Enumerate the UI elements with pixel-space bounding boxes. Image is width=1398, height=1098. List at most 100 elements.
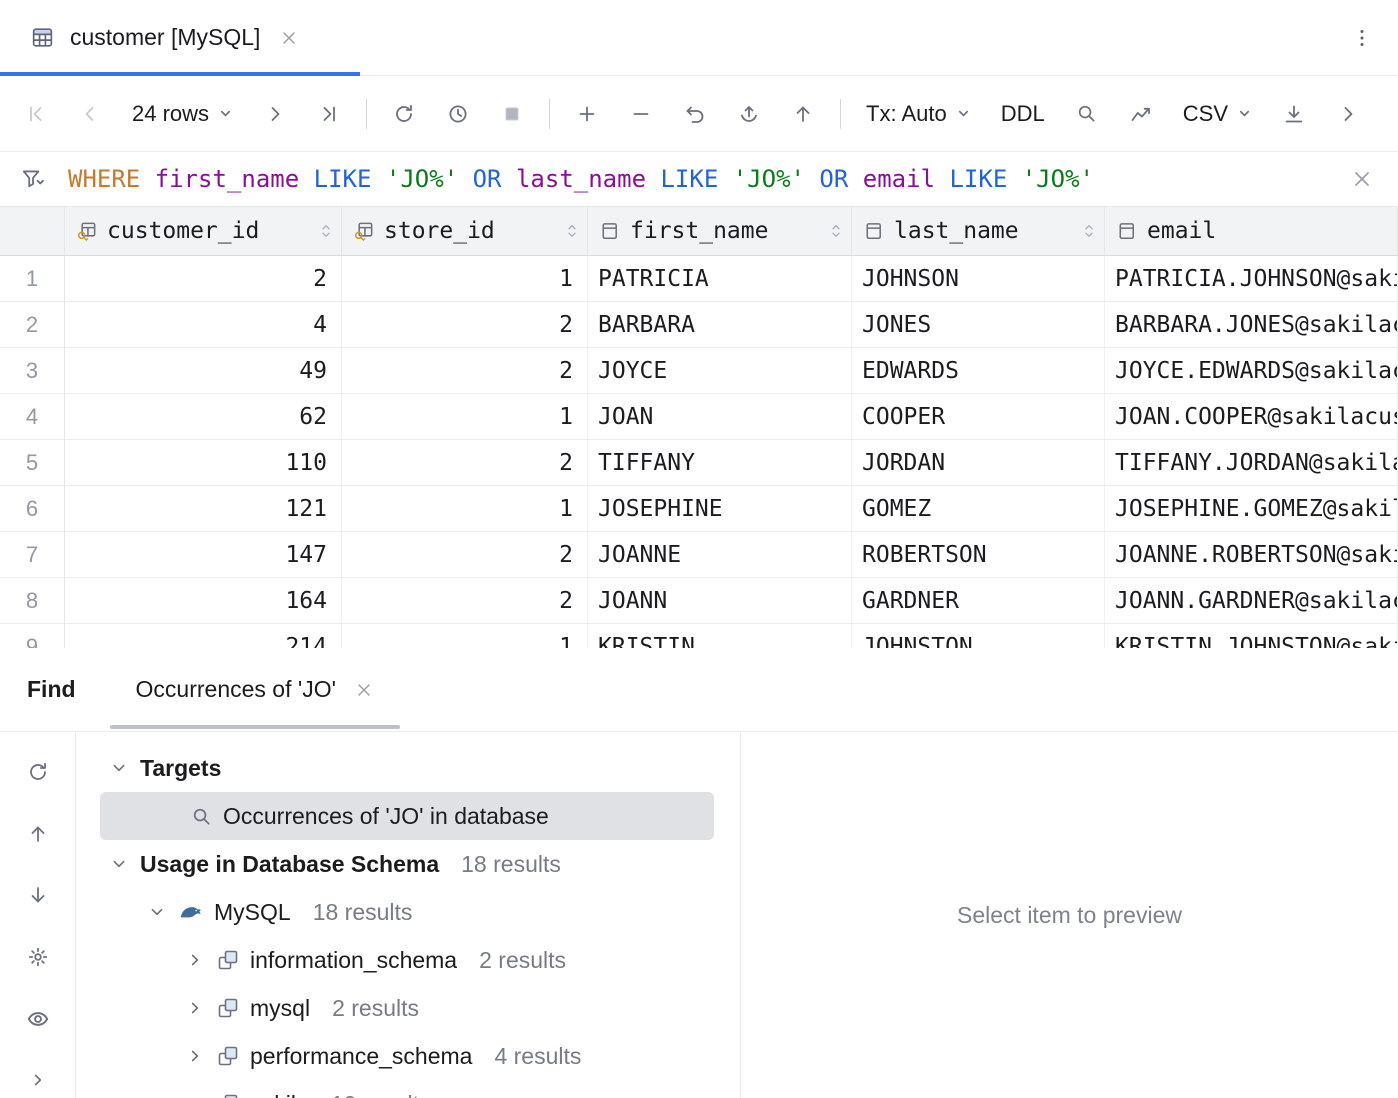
filter-expression-input[interactable]: WHERE first_name LIKE 'JO%' OR last_name…	[68, 165, 1094, 193]
first-page-button[interactable]	[16, 94, 56, 134]
open-chart-button[interactable]	[1121, 94, 1161, 134]
cell-first_name[interactable]: JOAN	[588, 394, 852, 439]
cell-store_id[interactable]: 1	[342, 486, 588, 531]
tab-close-icon[interactable]	[279, 28, 299, 48]
row-number[interactable]: 9	[0, 624, 65, 648]
tree-chevron-right-icon[interactable]	[184, 1045, 206, 1067]
cell-store_id[interactable]: 1	[342, 624, 588, 648]
cell-email[interactable]: JOANN.GARDNER@sakilacustomer.org	[1105, 578, 1398, 623]
delete-row-button[interactable]	[621, 94, 661, 134]
cell-last_name[interactable]: JONES	[852, 302, 1105, 347]
auto-refresh-button[interactable]	[438, 94, 478, 134]
tree-node-information-schema[interactable]: information_schema2 results	[76, 936, 740, 984]
commit-button[interactable]	[783, 94, 823, 134]
cell-last_name[interactable]: GOMEZ	[852, 486, 1105, 531]
tree-chevron-right-icon[interactable]	[184, 997, 206, 1019]
cell-store_id[interactable]: 2	[342, 532, 588, 577]
find-in-grid-button[interactable]	[1067, 94, 1107, 134]
column-header-last_name[interactable]: last_name	[852, 207, 1105, 255]
revert-changes-button[interactable]	[675, 94, 715, 134]
submit-changes-button[interactable]	[729, 94, 769, 134]
tree-chevron-down-icon[interactable]	[108, 757, 130, 779]
column-header-first_name[interactable]: first_name	[588, 207, 852, 255]
row-number[interactable]: 1	[0, 256, 65, 301]
row-number[interactable]: 3	[0, 348, 65, 393]
cell-store_id[interactable]: 2	[342, 348, 588, 393]
tab-occurrences-of-jo[interactable]: Occurrences of 'JO'	[110, 648, 401, 731]
expand-toolwindow-button[interactable]	[20, 1062, 56, 1098]
reload-data-button[interactable]	[384, 94, 424, 134]
ddl-button[interactable]: DDL	[993, 94, 1053, 134]
sort-icon[interactable]	[1082, 222, 1096, 240]
row-number[interactable]: 8	[0, 578, 65, 623]
cell-first_name[interactable]: TIFFANY	[588, 440, 852, 485]
tree-node-performance-schema[interactable]: performance_schema4 results	[76, 1032, 740, 1080]
cell-customer_id[interactable]: 4	[65, 302, 342, 347]
cell-last_name[interactable]: GARDNER	[852, 578, 1105, 623]
cell-last_name[interactable]: JOHNSON	[852, 256, 1105, 301]
previous-page-button[interactable]	[70, 94, 110, 134]
row-number[interactable]: 6	[0, 486, 65, 531]
cell-customer_id[interactable]: 164	[65, 578, 342, 623]
next-occurrence-button[interactable]	[20, 877, 56, 913]
tree-node-occurrences-target[interactable]: Occurrences of 'JO' in database	[100, 792, 714, 840]
find-tab-close-icon[interactable]	[354, 680, 374, 700]
export-data-button[interactable]	[1274, 94, 1314, 134]
cell-email[interactable]: JOANNE.ROBERTSON@sakilacustomer.org	[1105, 532, 1398, 577]
add-row-button[interactable]	[567, 94, 607, 134]
cell-customer_id[interactable]: 121	[65, 486, 342, 531]
cell-email[interactable]: TIFFANY.JORDAN@sakilacustomer.org	[1105, 440, 1398, 485]
preview-toggle-button[interactable]	[20, 1001, 56, 1037]
cell-store_id[interactable]: 2	[342, 302, 588, 347]
cell-last_name[interactable]: EDWARDS	[852, 348, 1105, 393]
row-number[interactable]: 2	[0, 302, 65, 347]
tree-chevron-down-icon[interactable]	[146, 901, 168, 923]
row-number[interactable]: 4	[0, 394, 65, 439]
cell-store_id[interactable]: 1	[342, 394, 588, 439]
column-header-store_id[interactable]: store_id	[342, 207, 588, 255]
cell-last_name[interactable]: COOPER	[852, 394, 1105, 439]
cell-customer_id[interactable]: 147	[65, 532, 342, 577]
tree-node-usage-in-database-schema[interactable]: Usage in Database Schema18 results	[76, 840, 740, 888]
tree-node-mysql-schema[interactable]: mysql2 results	[76, 984, 740, 1032]
filter-funnel-icon[interactable]	[20, 166, 46, 192]
row-number[interactable]: 7	[0, 532, 65, 577]
sort-icon[interactable]	[829, 222, 843, 240]
cell-first_name[interactable]: KRISTIN	[588, 624, 852, 648]
tree-node-targets[interactable]: Targets	[76, 744, 740, 792]
cell-store_id[interactable]: 2	[342, 440, 588, 485]
cell-first_name[interactable]: JOSEPHINE	[588, 486, 852, 531]
cell-customer_id[interactable]: 214	[65, 624, 342, 648]
row-number[interactable]: 5	[0, 440, 65, 485]
cell-store_id[interactable]: 2	[342, 578, 588, 623]
cell-last_name[interactable]: JOHNSTON	[852, 624, 1105, 648]
cell-customer_id[interactable]: 110	[65, 440, 342, 485]
cell-first_name[interactable]: JOANNE	[588, 532, 852, 577]
toolbar-overflow-button[interactable]	[1328, 94, 1368, 134]
transaction-mode-dropdown[interactable]: Tx: Auto	[858, 94, 979, 134]
cell-first_name[interactable]: PATRICIA	[588, 256, 852, 301]
cell-first_name[interactable]: BARBARA	[588, 302, 852, 347]
stop-button[interactable]	[492, 94, 532, 134]
last-page-button[interactable]	[309, 94, 349, 134]
cell-first_name[interactable]: JOANN	[588, 578, 852, 623]
cell-email[interactable]: BARBARA.JONES@sakilacustomer.org	[1105, 302, 1398, 347]
sort-icon[interactable]	[319, 222, 333, 240]
search-settings-button[interactable]	[20, 939, 56, 975]
more-options-kebab-button[interactable]	[1342, 18, 1382, 58]
next-page-button[interactable]	[255, 94, 295, 134]
tree-chevron-right-icon[interactable]	[184, 949, 206, 971]
cell-last_name[interactable]: JORDAN	[852, 440, 1105, 485]
cell-email[interactable]: PATRICIA.JOHNSON@sakilacustomer.org	[1105, 256, 1398, 301]
column-header-email[interactable]: email	[1105, 207, 1398, 255]
export-format-dropdown[interactable]: CSV	[1175, 94, 1260, 134]
cell-customer_id[interactable]: 49	[65, 348, 342, 393]
page-size-dropdown[interactable]: 24 rows	[124, 94, 241, 134]
cell-email[interactable]: JOYCE.EDWARDS@sakilacustomer.org	[1105, 348, 1398, 393]
column-header-customer_id[interactable]: customer_id	[65, 207, 342, 255]
tree-node-mysql-datasource[interactable]: MySQL18 results	[76, 888, 740, 936]
rerun-search-button[interactable]	[20, 754, 56, 790]
previous-occurrence-button[interactable]	[20, 816, 56, 852]
cell-customer_id[interactable]: 2	[65, 256, 342, 301]
tree-chevron-down-icon[interactable]	[108, 853, 130, 875]
